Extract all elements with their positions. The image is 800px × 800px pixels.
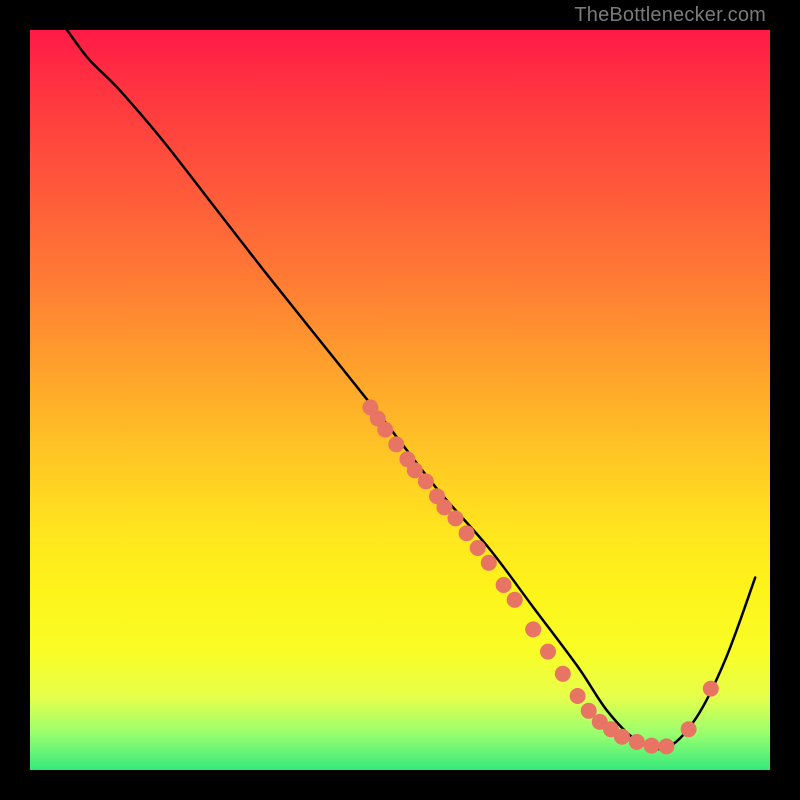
data-point — [555, 666, 571, 682]
data-point — [388, 436, 404, 452]
plot-area — [30, 30, 770, 770]
data-point — [448, 510, 464, 526]
data-point — [658, 738, 674, 754]
data-point — [459, 525, 475, 541]
data-point — [525, 621, 541, 637]
data-point — [377, 422, 393, 438]
data-point — [644, 738, 660, 754]
data-point — [418, 473, 434, 489]
data-markers — [362, 399, 718, 754]
bottleneck-curve — [67, 30, 755, 749]
data-point — [540, 644, 556, 660]
data-point — [481, 555, 497, 571]
watermark-text: TheBottlenecker.com — [574, 4, 766, 27]
chart-stage: TheBottlenecker.com — [0, 0, 800, 800]
data-point — [681, 721, 697, 737]
data-point — [703, 681, 719, 697]
data-point — [570, 688, 586, 704]
data-point — [614, 729, 630, 745]
data-point — [629, 734, 645, 750]
data-point — [507, 592, 523, 608]
data-point — [496, 577, 512, 593]
chart-svg — [30, 30, 770, 770]
data-point — [470, 540, 486, 556]
